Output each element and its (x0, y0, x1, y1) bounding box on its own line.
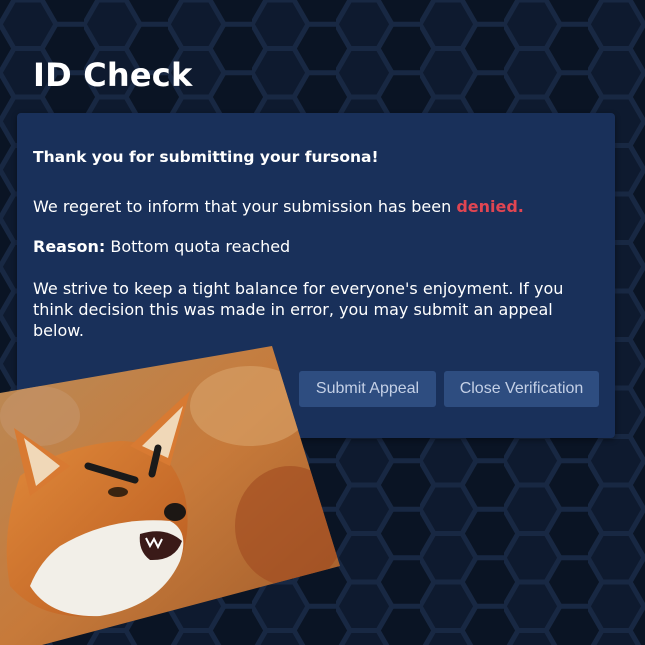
fox-photo (0, 346, 340, 645)
denied-status-word: denied. (456, 197, 524, 216)
reason-text: Bottom quota reached (105, 237, 291, 256)
denied-message-text: We regeret to inform that your submissio… (33, 197, 457, 216)
close-verification-button[interactable]: Close Verification (444, 371, 599, 407)
thanks-message: Thank you for submitting your fursona! (33, 148, 379, 166)
appeal-info-message: We strive to keep a tight balance for ev… (33, 279, 564, 340)
reason-message: Reason: Bottom quota reached (33, 236, 290, 257)
denied-message: We regeret to inform that your submissio… (33, 196, 524, 217)
page-title: ID Check (33, 56, 193, 94)
reason-label: Reason: (33, 237, 106, 256)
